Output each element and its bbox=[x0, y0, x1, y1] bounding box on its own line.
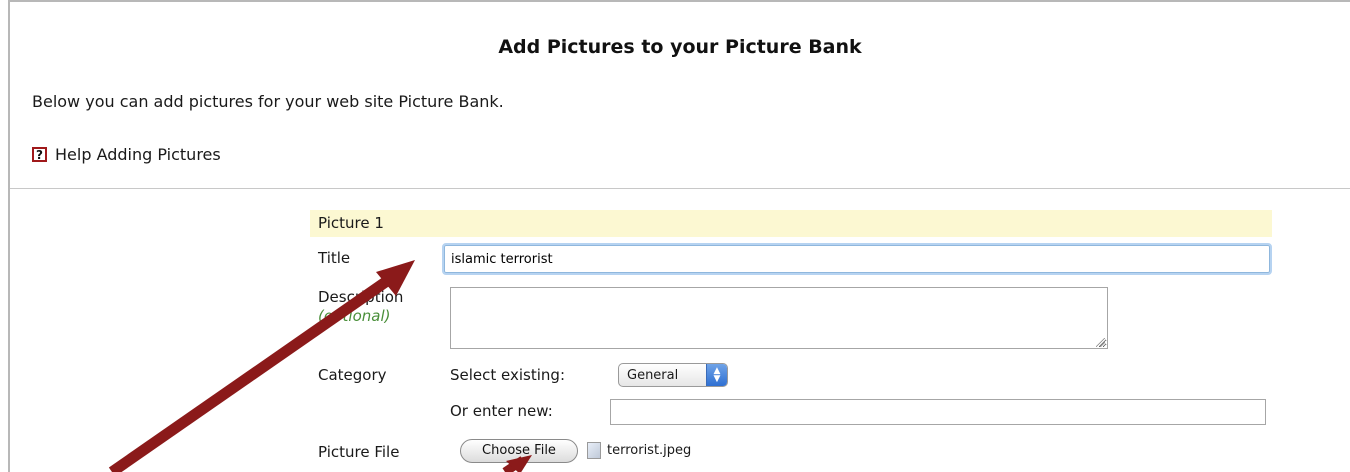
file-name: terrorist.jpeg bbox=[607, 443, 692, 458]
new-category-input[interactable] bbox=[610, 399, 1266, 425]
category-select[interactable]: General ▲ ▼ bbox=[618, 363, 728, 387]
description-textarea[interactable] bbox=[450, 287, 1108, 349]
page-frame: Add Pictures to your Picture Bank Below … bbox=[8, 0, 1350, 472]
optional-label: (optional) bbox=[318, 307, 391, 325]
choose-file-button[interactable]: Choose File bbox=[460, 439, 578, 463]
category-select-value: General bbox=[627, 367, 679, 383]
section-divider bbox=[10, 188, 1350, 189]
description-label-group: Description (optional) bbox=[318, 288, 403, 326]
resize-grip-icon[interactable] bbox=[1096, 338, 1105, 347]
up-down-arrows-icon: ▲ ▼ bbox=[706, 364, 727, 386]
page-title: Add Pictures to your Picture Bank bbox=[498, 36, 862, 58]
select-existing-label: Select existing: bbox=[450, 366, 565, 384]
intro-text: Below you can add pictures for your web … bbox=[32, 92, 504, 111]
description-label: Description bbox=[318, 288, 404, 306]
help-link-label: Help Adding Pictures bbox=[55, 145, 221, 164]
picture-section-header: Picture 1 bbox=[310, 210, 1272, 237]
category-label: Category bbox=[318, 366, 387, 384]
title-input[interactable] bbox=[442, 243, 1272, 275]
help-question-icon: ? bbox=[32, 147, 47, 162]
help-link[interactable]: ? Help Adding Pictures bbox=[32, 145, 221, 164]
file-icon bbox=[587, 442, 601, 459]
enter-new-label: Or enter new: bbox=[450, 402, 553, 420]
title-label: Title bbox=[318, 249, 351, 267]
picture-file-label: Picture File bbox=[318, 443, 400, 461]
